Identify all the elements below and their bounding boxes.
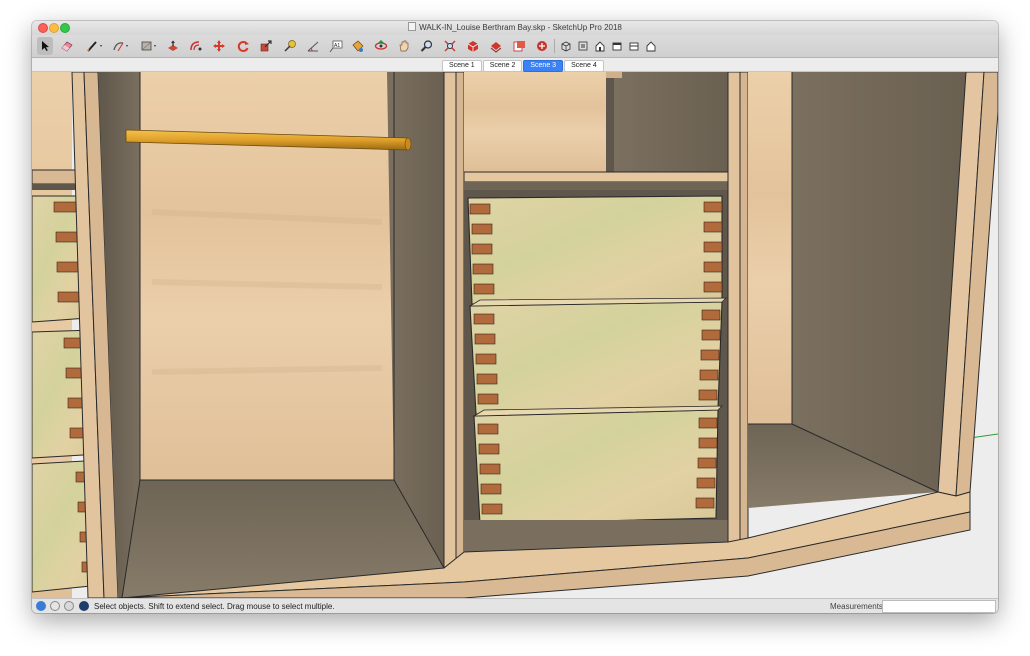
zoom-icon[interactable] <box>419 37 435 55</box>
left-view-icon[interactable] <box>643 37 658 55</box>
measurements-input[interactable] <box>882 600 996 613</box>
toolbar-separator <box>554 39 555 53</box>
line-pencil-icon[interactable] <box>84 37 106 55</box>
offset-icon[interactable] <box>188 37 204 55</box>
tab-scene-1[interactable]: Scene 1 <box>442 60 482 72</box>
extension-manager-icon[interactable] <box>534 37 550 55</box>
front-view-icon[interactable] <box>592 37 607 55</box>
select-tool-icon[interactable] <box>37 37 53 55</box>
right-view-icon[interactable] <box>609 37 624 55</box>
move-icon[interactable] <box>211 37 227 55</box>
orbit-icon[interactable] <box>373 37 389 55</box>
zoom-extents-icon[interactable] <box>442 37 458 55</box>
document-icon <box>408 22 417 31</box>
push-pull-icon[interactable] <box>165 37 181 55</box>
protractor-icon[interactable] <box>305 37 321 55</box>
window-title: WALK-IN_Louise Berthram Bay.skp - Sketch… <box>419 23 622 32</box>
instructor-icon[interactable] <box>79 601 89 611</box>
iso-view-icon[interactable] <box>558 37 573 55</box>
text-label-icon[interactable]: A1 <box>328 37 344 55</box>
3d-warehouse-icon[interactable] <box>465 37 481 55</box>
measurements-label: Measurements <box>830 602 883 611</box>
model-viewport[interactable] <box>32 72 998 598</box>
main-toolbar: A1 <box>32 35 998 58</box>
rectangle-icon[interactable] <box>138 37 160 55</box>
app-window: WALK-IN_Louise Berthram Bay.skp - Sketch… <box>32 21 998 613</box>
tab-scene-3[interactable]: Scene 3 <box>523 60 564 72</box>
arc-icon[interactable] <box>110 37 132 55</box>
scale-icon[interactable] <box>258 37 274 55</box>
tape-measure-icon[interactable] <box>282 37 298 55</box>
eraser-icon[interactable] <box>59 37 75 55</box>
tab-scene-2[interactable]: Scene 2 <box>482 60 523 72</box>
pan-hand-icon[interactable] <box>396 37 412 55</box>
credits-info-icon[interactable] <box>50 601 60 611</box>
tab-scene-4[interactable]: Scene 4 <box>564 60 604 72</box>
paint-bucket-icon[interactable] <box>350 37 366 55</box>
extension-warehouse-icon[interactable] <box>488 37 504 55</box>
title-bar: WALK-IN_Louise Berthram Bay.skp - Sketch… <box>32 21 998 35</box>
user-account-icon[interactable] <box>64 601 74 611</box>
svg-text:A1: A1 <box>334 43 340 49</box>
rotate-icon[interactable] <box>235 37 251 55</box>
status-bar: Select objects. Shift to extend select. … <box>32 598 998 613</box>
scene-tabs-bar: Scene 1 Scene 2 Scene 3 Scene 4 <box>32 58 998 72</box>
back-view-icon[interactable] <box>626 37 641 55</box>
model-drawing <box>32 72 998 598</box>
window-title-area: WALK-IN_Louise Berthram Bay.skp - Sketch… <box>32 22 998 32</box>
top-view-icon[interactable] <box>575 37 590 55</box>
scene-tabs: Scene 1 Scene 2 Scene 3 Scene 4 <box>442 60 605 72</box>
layout-send-icon[interactable] <box>511 37 527 55</box>
geo-location-icon[interactable] <box>36 601 46 611</box>
status-message: Select objects. Shift to extend select. … <box>94 602 335 611</box>
